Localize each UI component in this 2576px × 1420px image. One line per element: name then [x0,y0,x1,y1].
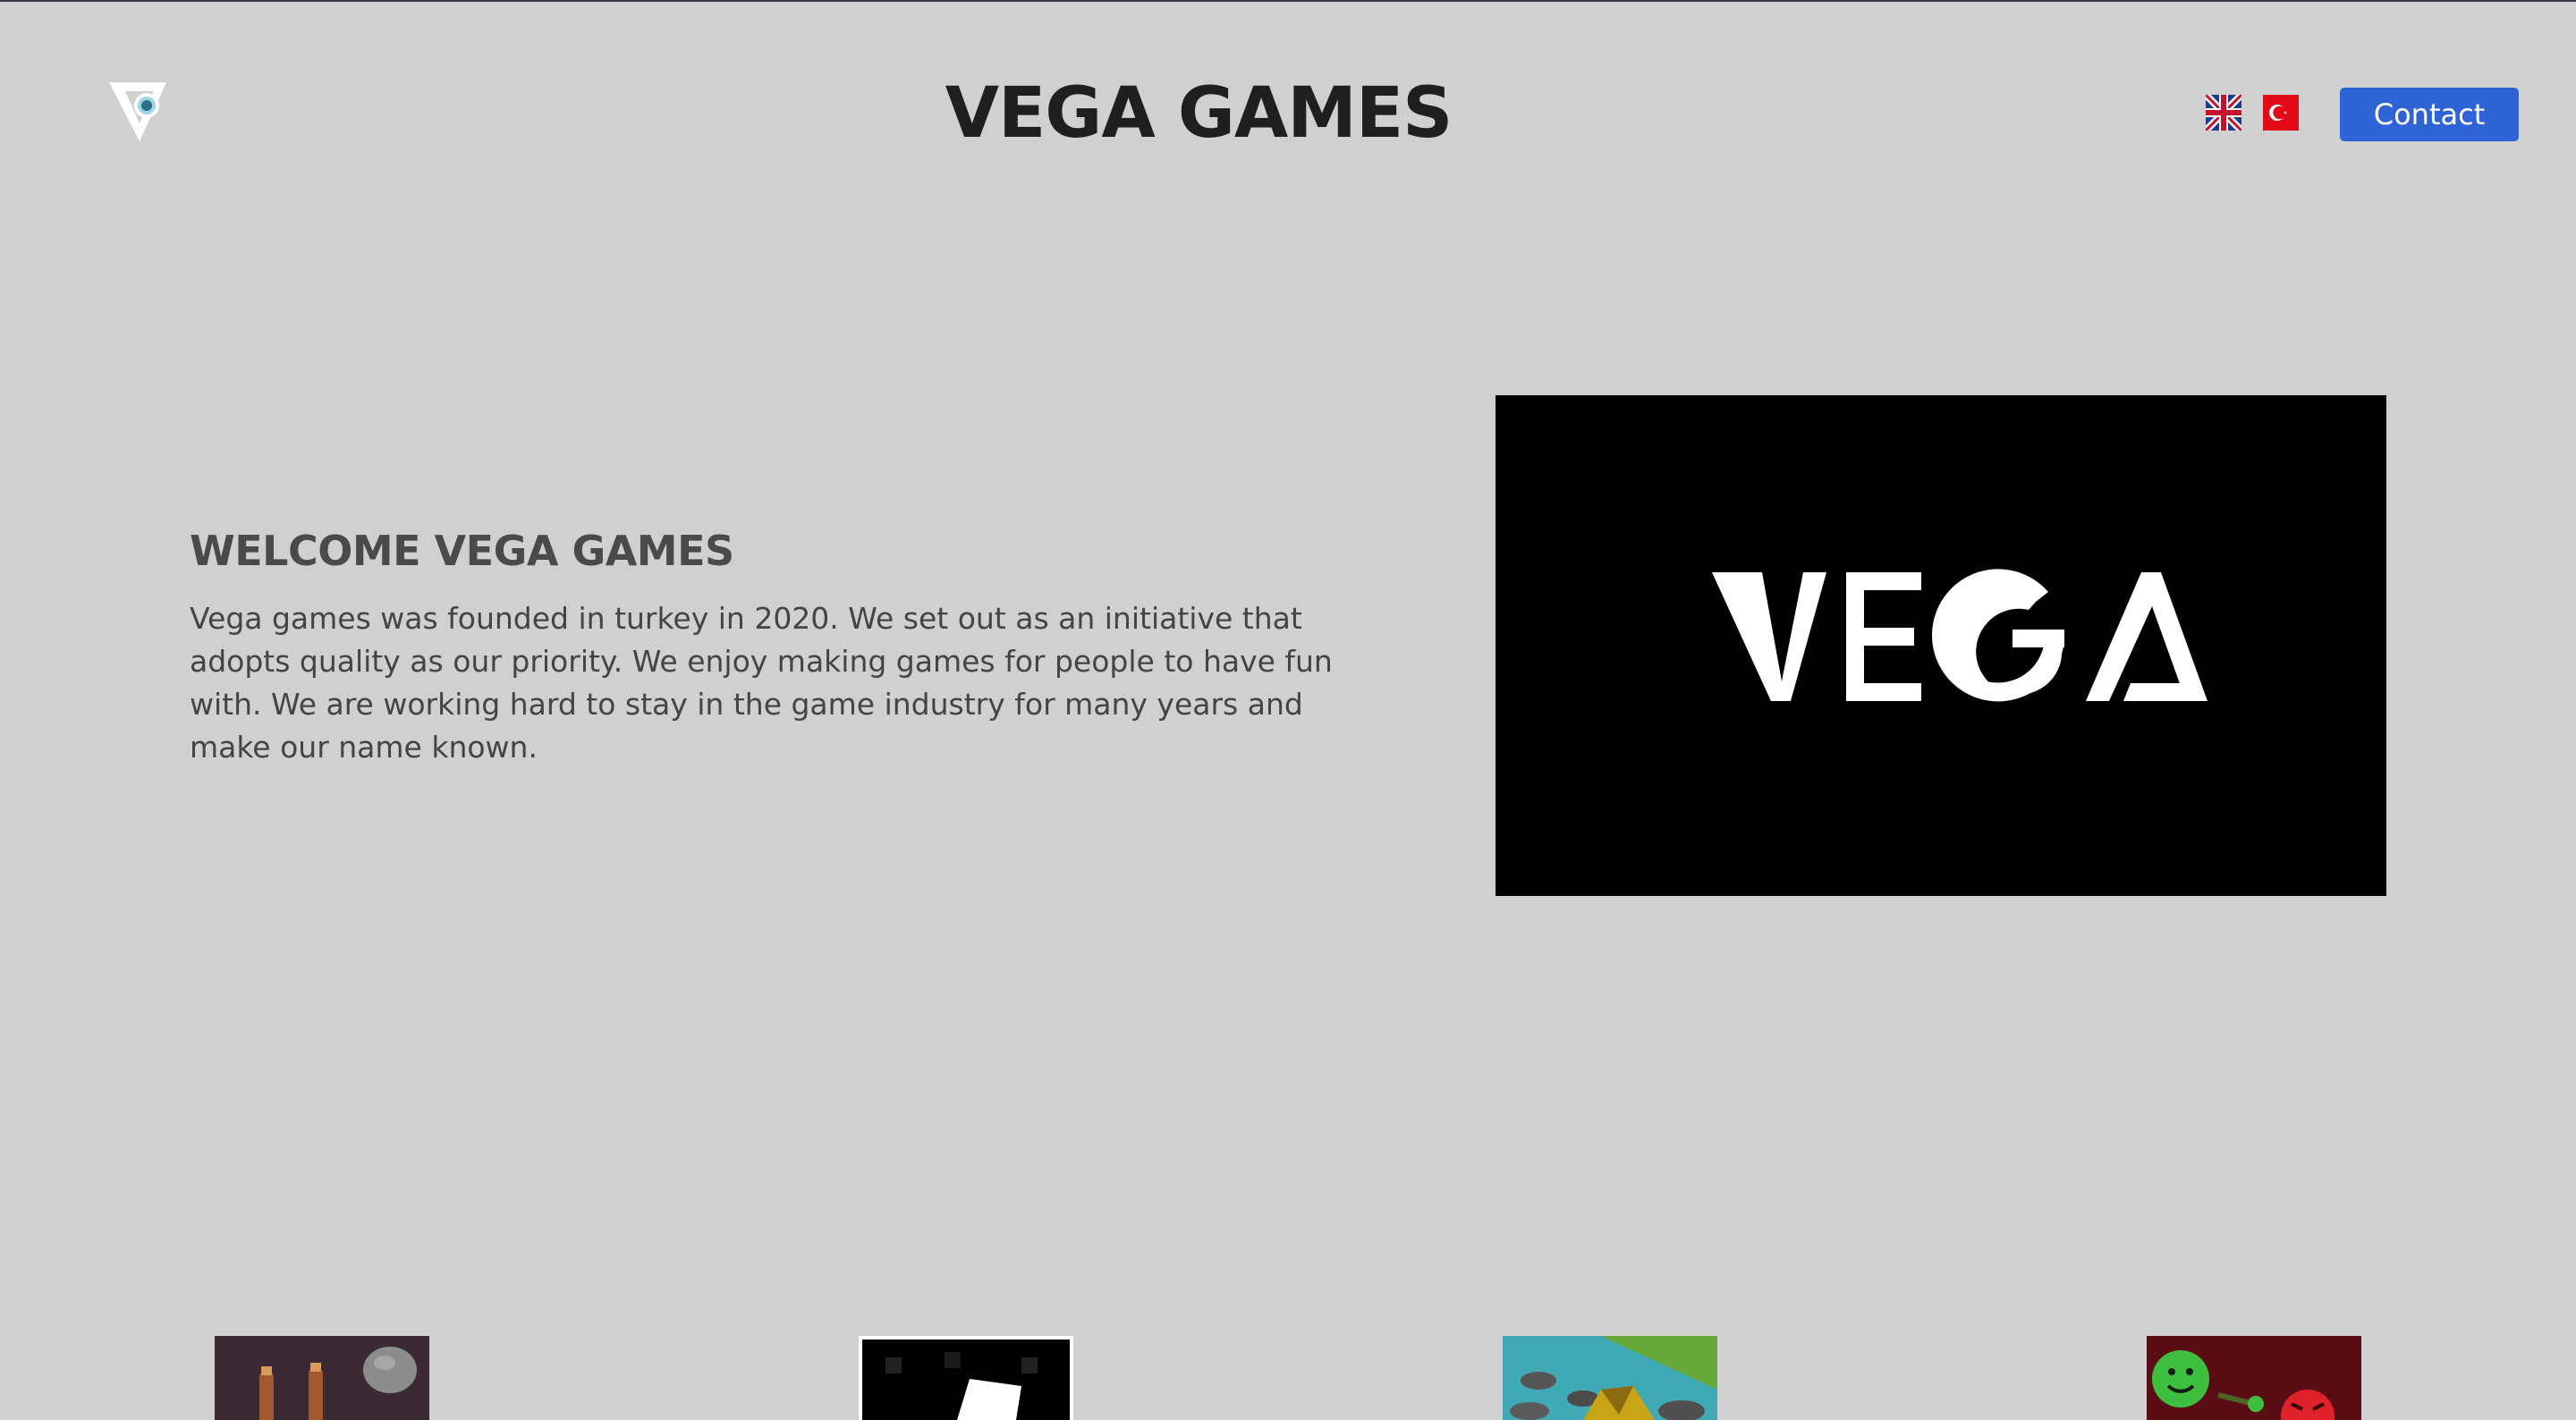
welcome-heading: WELCOME VEGA GAMES [190,527,734,575]
welcome-description: Vega games was founded in turkey in 2020… [190,601,1333,765]
uk-flag-icon[interactable] [2203,92,2244,133]
games-row [0,1336,2576,1420]
site-title: VEGA GAMES [945,73,1453,154]
welcome-section: WELCOME VEGA GAMES Vega games was founde… [190,522,1352,769]
slingshot-game-icon[interactable] [215,1336,429,1420]
hero-image [1496,395,2386,896]
turkey-flag-icon[interactable] [2263,95,2299,131]
smiley-faces-game-icon[interactable] [2147,1336,2361,1420]
contact-button[interactable]: Contact [2340,88,2519,141]
white-cube-game-icon[interactable] [859,1336,1073,1420]
river-rocks-game-icon[interactable] [1503,1336,1717,1420]
vega-wordmark [1712,569,2207,702]
site-header: VEGA GAMES Contact [0,2,2576,225]
